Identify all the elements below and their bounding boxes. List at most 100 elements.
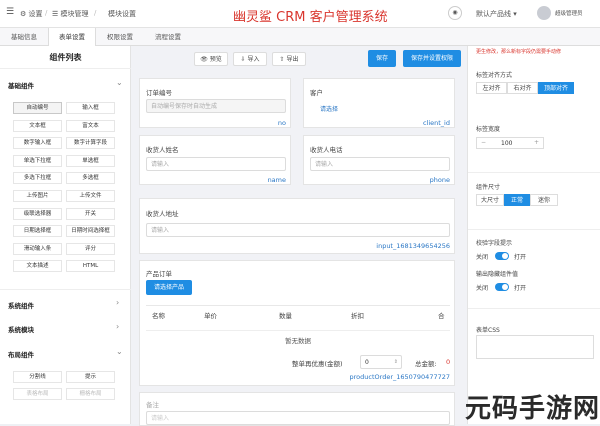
component-item[interactable]: HTML xyxy=(66,260,115,273)
plus-icon[interactable]: + xyxy=(534,139,539,146)
component-item[interactable]: 输入框 xyxy=(66,102,115,114)
divider xyxy=(0,68,131,69)
layout-components-header[interactable]: 布局组件 xyxy=(8,349,34,359)
product-order-card[interactable]: 产品订单 请选择产品 名称 单价 数量 折扣 合 暂无数据 整单再优惠(金额) … xyxy=(139,260,455,386)
module-settings-crumb[interactable]: 模块设置 xyxy=(108,9,136,19)
form-canvas: 👁 预览 ⇩ 导入 ⇧ 导出 保存 保存并设置权限 订单编号 自动编号保存时自动… xyxy=(131,46,467,426)
layout-component-item[interactable]: 分割线 xyxy=(13,371,62,383)
top-bar: ☰ ⚙ 设置 / ☰ 模块管理 / 模块设置 幽灵鲨 CRM 客户管理系统 ◉ … xyxy=(0,0,600,28)
module-mgmt-label: 模块管理 xyxy=(60,10,89,18)
system-module-header[interactable]: 系统模块 xyxy=(8,324,34,334)
product-order-label: 产品订单 xyxy=(146,270,172,278)
customer-field-id: client_id xyxy=(422,119,450,127)
column-header: 合 xyxy=(438,312,445,320)
address-input[interactable]: 请输入 xyxy=(146,223,450,237)
tab-basic-info[interactable]: 基础信息 xyxy=(0,28,48,46)
tab-permission-settings[interactable]: 权限设置 xyxy=(96,28,144,46)
component-item[interactable]: 数字计算字段 xyxy=(66,137,115,150)
component-size-group: 大尺寸 正常 迷你 xyxy=(476,194,560,206)
customer-select[interactable]: 请选择 xyxy=(320,104,338,113)
export-button[interactable]: ⇧ 导出 xyxy=(272,52,306,66)
size-large-option[interactable]: 大尺寸 xyxy=(476,194,504,206)
align-left-option[interactable]: 左对齐 xyxy=(476,82,507,94)
settings-menu[interactable]: ⚙ 设置 xyxy=(20,9,43,19)
size-normal-option[interactable]: 正常 xyxy=(504,194,530,206)
preview-button[interactable]: 👁 预览 xyxy=(194,52,228,66)
menu-icon[interactable]: ☰ xyxy=(6,7,14,17)
component-size-label: 组件尺寸 xyxy=(476,184,501,191)
component-item[interactable]: 评分 xyxy=(66,242,115,255)
form-css-textarea[interactable] xyxy=(476,335,594,359)
customer-card[interactable]: 客户 请选择 client_id xyxy=(303,78,455,128)
component-item[interactable]: 文本描述 xyxy=(13,260,62,273)
hidden-on-label: 打开 xyxy=(514,285,527,292)
layout-component-item[interactable]: 表格布局 xyxy=(13,388,62,400)
discount-value: 0 xyxy=(365,359,369,366)
component-item[interactable]: 富文本 xyxy=(66,119,115,132)
component-item[interactable]: 数字输入框 xyxy=(13,137,62,150)
admin-name[interactable]: 超级管理员 xyxy=(555,9,583,17)
receiver-phone-card[interactable]: 收货人电话 请输入 phone xyxy=(303,135,455,185)
label-align-group: 左对齐 右对齐 顶部对齐 xyxy=(476,82,576,94)
component-item[interactable]: 单选下拉框 xyxy=(13,154,62,167)
align-right-option[interactable]: 右对齐 xyxy=(507,82,538,94)
save-button[interactable]: 保存 xyxy=(368,50,396,67)
layout-component-item[interactable]: 栅格布局 xyxy=(66,388,115,400)
component-item[interactable]: 日期时间选择框 xyxy=(66,225,115,238)
order-no-card[interactable]: 订单编号 自动编号保存时自动生成 no xyxy=(139,78,291,128)
breadcrumb-separator: / xyxy=(94,9,97,17)
chat-icon[interactable]: ◉ xyxy=(448,6,462,20)
basic-components-header[interactable]: 基础组件 xyxy=(8,80,34,90)
avatar[interactable] xyxy=(537,6,551,20)
select-product-button[interactable]: 请选择产品 xyxy=(146,280,192,295)
chevron-down-icon[interactable]: ⌄ xyxy=(116,347,123,356)
component-item[interactable]: 自动编号 xyxy=(13,102,62,114)
save-and-set-permission-button[interactable]: 保存并设置权限 xyxy=(403,50,461,67)
component-item[interactable]: 级联选择器 xyxy=(13,207,62,220)
chevron-down-icon[interactable]: ⌄ xyxy=(116,78,123,87)
receiver-name-field-id: name xyxy=(267,176,286,184)
system-components-header[interactable]: 系统组件 xyxy=(8,300,34,310)
breadcrumb-separator: / xyxy=(45,9,48,17)
size-mini-option[interactable]: 迷你 xyxy=(530,194,558,206)
hidden-output-toggle[interactable] xyxy=(495,283,509,291)
label-align-label: 标签对齐方式 xyxy=(476,72,513,79)
component-item[interactable]: 上传文件 xyxy=(66,190,115,202)
tab-form-settings[interactable]: 表单设置 xyxy=(48,28,96,46)
chevron-right-icon[interactable]: › xyxy=(116,322,119,331)
address-card[interactable]: 收货人地址 请输入 input_1681349654256 xyxy=(139,198,455,254)
customer-label: 客户 xyxy=(310,89,323,97)
warning-text: 更生修改，那么新标字段仍需要手动修 xyxy=(476,49,562,55)
discount-input[interactable]: 0 ⇕ xyxy=(360,355,402,369)
receiver-name-input[interactable]: 请输入 xyxy=(146,157,286,171)
receiver-phone-input[interactable]: 请输入 xyxy=(310,157,450,171)
address-label: 收货人地址 xyxy=(146,210,179,218)
remark-input[interactable]: 请输入 xyxy=(146,411,450,425)
component-item[interactable]: 上传图片 xyxy=(13,190,62,202)
component-item[interactable]: 多选下拉框 xyxy=(13,172,62,185)
hidden-output-label: 输出隐藏组件值 xyxy=(476,271,519,278)
component-item[interactable]: 单选框 xyxy=(66,154,115,167)
component-item[interactable]: 开关 xyxy=(66,207,115,220)
receiver-name-card[interactable]: 收货人姓名 请输入 name xyxy=(139,135,291,185)
remark-card[interactable]: 备注 请输入 xyxy=(139,392,455,426)
component-item[interactable]: 日期选择框 xyxy=(13,225,62,238)
label-width-stepper[interactable]: − 100 + xyxy=(476,137,544,149)
check-field-toggle[interactable] xyxy=(495,252,509,260)
tab-flow-settings[interactable]: 流程设置 xyxy=(144,28,192,46)
product-line-select[interactable]: 默认产品线 ▾ xyxy=(476,9,517,19)
minus-icon[interactable]: − xyxy=(481,139,486,146)
layout-component-item[interactable]: 提示 xyxy=(66,371,115,383)
align-top-option[interactable]: 顶部对齐 xyxy=(538,82,574,94)
hidden-off-label: 关闭 xyxy=(476,285,489,292)
component-item[interactable]: 文本框 xyxy=(13,119,62,132)
chevron-right-icon[interactable]: › xyxy=(116,298,119,307)
order-no-input[interactable]: 自动编号保存时自动生成 xyxy=(146,99,286,113)
module-mgmt-menu[interactable]: ☰ 模块管理 xyxy=(52,9,89,19)
receiver-phone-label: 收货人电话 xyxy=(310,146,343,154)
component-item[interactable]: 滑动输入条 xyxy=(13,242,62,255)
component-list-panel: 组件列表 基础组件 ⌄ 自动编号 输入框 文本框 富文本 数字输入框 数字计算字段 单选下拉… xyxy=(0,46,131,424)
component-item[interactable]: 多选框 xyxy=(66,172,115,185)
stepper-icon[interactable]: ⇕ xyxy=(394,356,398,369)
import-button[interactable]: ⇩ 导入 xyxy=(233,52,267,66)
